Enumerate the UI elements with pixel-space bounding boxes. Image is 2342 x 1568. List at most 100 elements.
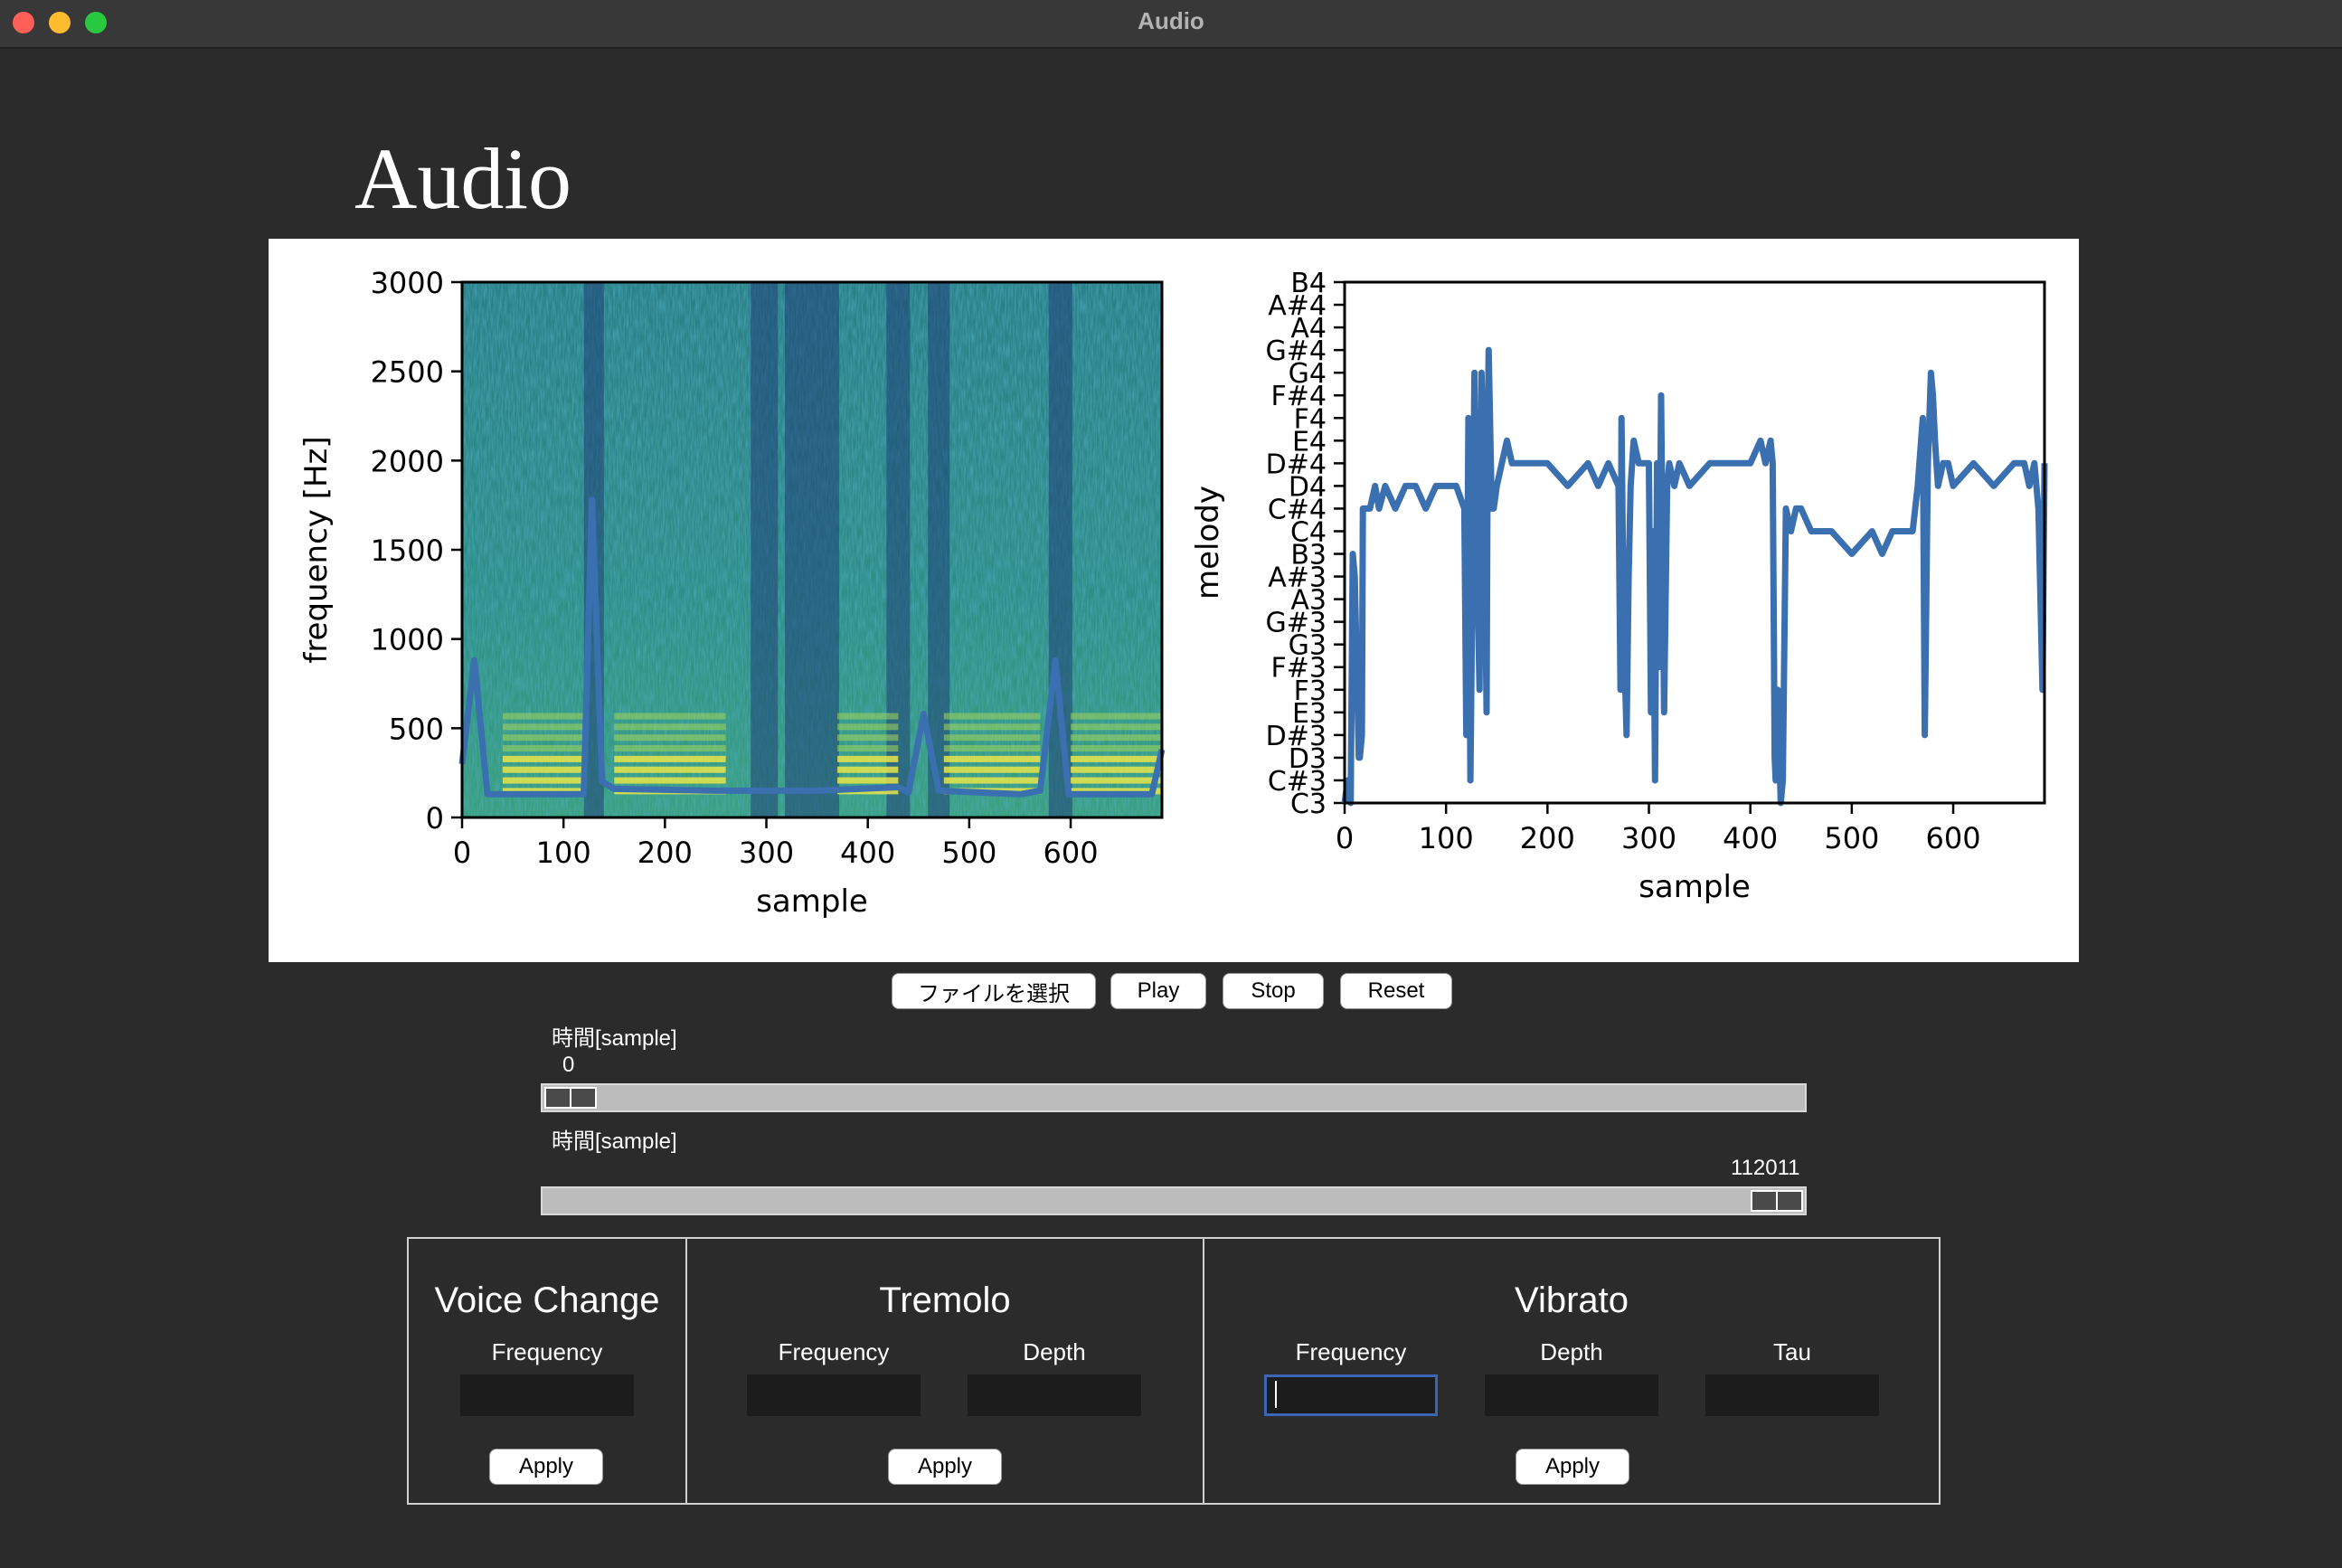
y-tick-label: 3000 xyxy=(371,266,444,300)
vibrato-frequency-label: Frequency xyxy=(1295,1338,1407,1365)
vibrato-apply-button[interactable]: Apply xyxy=(1516,1449,1629,1485)
spectrogram-harmonic xyxy=(614,713,726,720)
start-time-slider[interactable] xyxy=(541,1083,1807,1112)
spectrogram-harmonic xyxy=(502,766,584,773)
spectrogram-harmonic xyxy=(943,745,1041,752)
spectrogram-harmonic xyxy=(1071,734,1162,741)
y-tick-label: 0 xyxy=(426,801,444,836)
spectrogram-harmonic xyxy=(943,777,1041,784)
x-axis-label: sample xyxy=(1638,869,1751,905)
spectrogram-harmonic xyxy=(943,734,1041,741)
spectrogram-image xyxy=(462,282,1162,817)
end-time-label: 時間[sample] xyxy=(552,1129,677,1154)
spectrogram-harmonic xyxy=(614,745,726,752)
select-file-button[interactable]: ファイルを選択 xyxy=(892,973,1096,1009)
spectrogram-harmonic xyxy=(614,734,726,741)
vibrato-panel: Vibrato Frequency Depth Tau Apply xyxy=(1203,1237,1941,1505)
spectrogram-harmonic xyxy=(837,723,899,731)
spectrogram-harmonic xyxy=(502,713,584,720)
tremolo-title: Tremolo xyxy=(879,1280,1011,1320)
tremolo-panel: Tremolo Frequency Depth Apply xyxy=(685,1237,1204,1505)
spectrogram-harmonic xyxy=(837,745,899,752)
tremolo-apply-button[interactable]: Apply xyxy=(888,1449,1002,1485)
y-tick-label: 1500 xyxy=(371,534,444,568)
y-tick-label: 1000 xyxy=(371,623,444,657)
spectrogram-harmonic xyxy=(1071,745,1162,752)
tremolo-depth-label: Depth xyxy=(1023,1338,1086,1365)
spectrogram-harmonic xyxy=(837,766,899,773)
text-caret xyxy=(1275,1381,1277,1408)
x-tick-label: 300 xyxy=(1621,821,1676,855)
vibrato-frequency-input[interactable] xyxy=(1264,1374,1438,1416)
tremolo-frequency-input[interactable] xyxy=(747,1374,921,1416)
x-tick-label: 200 xyxy=(637,836,693,870)
x-tick-label: 100 xyxy=(1419,821,1474,855)
plot-panel: 0 100 200 300 400 500 600 0 500 1000 1500 2000 2500 3… xyxy=(269,239,2079,962)
x-tick-label: 600 xyxy=(1044,836,1099,870)
spectrogram-harmonic xyxy=(943,713,1041,720)
spectrogram-harmonic xyxy=(1071,766,1162,773)
play-button[interactable]: Play xyxy=(1110,973,1206,1009)
y-axis-label: frequency [Hz] xyxy=(298,436,335,663)
spectrogram-harmonic xyxy=(502,745,584,752)
stop-button[interactable]: Stop xyxy=(1223,973,1324,1009)
voice-change-frequency-label: Frequency xyxy=(491,1338,603,1365)
y-tick-label: 500 xyxy=(389,712,444,746)
spectrogram-harmonic xyxy=(943,723,1041,731)
spectrogram-harmonic xyxy=(502,755,584,762)
x-tick-label: 200 xyxy=(1520,821,1575,855)
page-title: Audio xyxy=(354,130,571,227)
plots-svg: 0 100 200 300 400 500 600050010001500200025003… xyxy=(298,266,2048,920)
x-axis-label: sample xyxy=(756,883,868,920)
spectrogram-silence-band xyxy=(751,282,779,817)
spectrogram-harmonic xyxy=(943,755,1041,762)
y-axis-label: melody xyxy=(1190,486,1226,600)
voice-change-apply-button[interactable]: Apply xyxy=(489,1449,603,1485)
x-tick-label: 100 xyxy=(536,836,591,870)
vibrato-depth-input[interactable] xyxy=(1485,1374,1658,1416)
melody-frame xyxy=(1343,280,2046,805)
spectrogram-harmonic xyxy=(614,766,726,773)
start-time-value: 0 xyxy=(562,1053,575,1077)
x-tick-label: 0 xyxy=(453,836,471,870)
y-tick-label: 2000 xyxy=(371,444,444,478)
melody-series-line xyxy=(1341,346,2048,807)
spectrogram-harmonic xyxy=(614,777,726,784)
start-time-slider-thumb[interactable] xyxy=(544,1087,597,1109)
x-tick-label: 400 xyxy=(840,836,895,870)
vibrato-tau-label: Tau xyxy=(1773,1338,1811,1365)
voice-change-panel: Voice Change Frequency Apply xyxy=(407,1237,687,1505)
window-titlebar: Audio xyxy=(0,0,2342,49)
vibrato-depth-label: Depth xyxy=(1540,1338,1603,1365)
spectrogram-harmonic xyxy=(614,723,726,731)
spectrogram-harmonic xyxy=(943,766,1041,773)
melody-chart: 0 100 200 300 400 500 600C3C#3D3D#3E3F3F#3G3G#… xyxy=(1190,268,2048,905)
y-tick-label: 2500 xyxy=(371,355,444,390)
end-time-slider-thumb[interactable] xyxy=(1751,1190,1803,1212)
spectrogram-harmonic xyxy=(1071,777,1162,784)
spectrogram-harmonic xyxy=(502,777,584,784)
spectrogram-harmonic xyxy=(1071,723,1162,731)
vibrato-title: Vibrato xyxy=(1514,1280,1629,1320)
spectrogram-harmonic xyxy=(837,734,899,741)
end-time-slider[interactable] xyxy=(541,1186,1807,1215)
voice-change-frequency-input[interactable] xyxy=(460,1374,634,1416)
x-tick-label: 600 xyxy=(1926,821,1981,855)
x-tick-label: 500 xyxy=(941,836,996,870)
x-tick-label: 0 xyxy=(1336,821,1354,855)
spectrogram-harmonic xyxy=(614,755,726,762)
spectrogram-harmonic xyxy=(837,755,899,762)
vibrato-tau-input[interactable] xyxy=(1705,1374,1879,1416)
x-tick-label: 300 xyxy=(739,836,794,870)
end-time-value: 112011 xyxy=(1731,1156,1800,1180)
spectrogram-harmonic xyxy=(837,713,899,720)
tremolo-frequency-label: Frequency xyxy=(778,1338,890,1365)
x-tick-label: 500 xyxy=(1824,821,1879,855)
voice-change-title: Voice Change xyxy=(434,1280,660,1320)
spectrogram-harmonic xyxy=(837,777,899,784)
spectrogram-harmonic xyxy=(1071,755,1162,762)
start-time-label: 時間[sample] xyxy=(552,1026,677,1051)
reset-button[interactable]: Reset xyxy=(1340,973,1452,1009)
spectrogram-silence-band xyxy=(785,282,839,817)
tremolo-depth-input[interactable] xyxy=(968,1374,1141,1416)
